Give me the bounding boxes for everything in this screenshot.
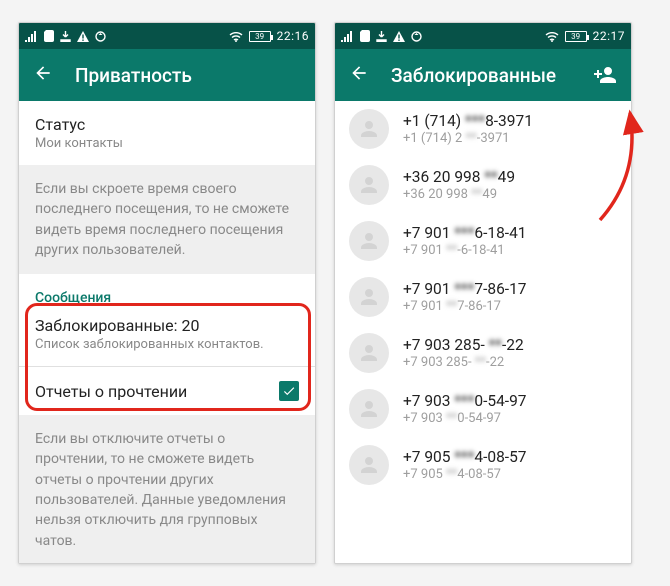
contact-row[interactable]: +1 (714) ***8-3971+1 (714) 2 **-3971	[335, 101, 631, 157]
download-icon	[376, 31, 387, 42]
page-title: Приватность	[75, 64, 301, 87]
contact-row[interactable]: +7 905 ***4-08-57+7 905 **4-08-57	[335, 437, 631, 493]
statusbar: 39 22:17	[335, 23, 631, 49]
appbar: Приватность	[19, 49, 315, 101]
wifi-icon	[229, 31, 243, 42]
signal-icon	[341, 31, 354, 42]
battery-icon: 39	[249, 31, 271, 42]
contact-row[interactable]: +7 901 ***6-18-41+7 901 **-6-18-41	[335, 213, 631, 269]
status-value: Мои контакты	[35, 136, 299, 151]
warning-icon	[77, 31, 89, 42]
contact-row[interactable]: +7 901 ***7-86-17+7 901 **7-86-17	[335, 269, 631, 325]
messages-section[interactable]: Сообщения Заблокированные: 20 Список заб…	[19, 274, 315, 366]
blocked-label: Заблокированные: 20	[35, 316, 299, 335]
sim-icon	[44, 30, 54, 42]
checkbox-checked[interactable]	[279, 381, 299, 401]
read-receipts-row[interactable]: Отчеты о прочтении	[19, 367, 315, 415]
contact-number: +7 903 ***0-54-97	[403, 392, 527, 410]
contacts-list[interactable]: +1 (714) ***8-3971+1 (714) 2 **-3971+36 …	[335, 101, 631, 563]
avatar	[349, 445, 389, 485]
avatar	[349, 109, 389, 149]
avatar	[349, 389, 389, 429]
info-read-receipts: Если вы отключите отчеты о прочтении, то…	[19, 415, 315, 563]
avatar	[349, 277, 389, 317]
contact-row[interactable]: +7 903 ***0-54-97+7 903 **0-54-97	[335, 381, 631, 437]
contact-number: +7 901 ***6-18-41	[403, 224, 527, 242]
back-icon[interactable]	[349, 63, 369, 87]
contact-number-sub: +7 901 **7-86-17	[403, 299, 527, 314]
sync-icon	[95, 31, 106, 42]
contact-row[interactable]: +7 903 285- **-22+7 903 285- **-22	[335, 325, 631, 381]
contact-number: +1 (714) ***8-3971	[403, 112, 533, 130]
back-icon[interactable]	[33, 63, 53, 87]
sim-icon	[360, 30, 370, 42]
contact-row[interactable]: +36 20 998 **49+36 20 998 **49	[335, 157, 631, 213]
sync-icon	[411, 31, 422, 42]
contact-number-sub: +7 903 **0-54-97	[403, 411, 527, 426]
messages-heading: Сообщения	[35, 290, 299, 306]
clock: 22:17	[593, 29, 625, 43]
avatar	[349, 221, 389, 261]
contact-number-sub: +7 901 **-6-18-41	[403, 243, 527, 258]
page-title: Заблокированные	[391, 64, 571, 87]
status-label: Статус	[35, 115, 299, 134]
appbar: Заблокированные	[335, 49, 631, 101]
content: Статус Мои контакты Если вы скроете врем…	[19, 101, 315, 563]
avatar	[349, 333, 389, 373]
download-icon	[60, 31, 71, 42]
signal-icon	[25, 31, 38, 42]
clock: 22:16	[277, 29, 309, 43]
avatar	[349, 165, 389, 205]
info-last-seen: Если вы скроете время своего последнего …	[19, 165, 315, 274]
contact-number: +36 20 998 **49	[403, 168, 515, 186]
battery-icon: 39	[565, 31, 587, 42]
contact-number-sub: +7 903 285- **-22	[403, 355, 524, 370]
contact-number-sub: +36 20 998 **49	[403, 187, 515, 202]
wifi-icon	[545, 31, 559, 42]
contact-number-sub: +7 905 **4-08-57	[403, 467, 527, 482]
statusbar: 39 22:16	[19, 23, 315, 49]
contact-number: +7 905 ***4-08-57	[403, 448, 527, 466]
read-receipts-label: Отчеты о прочтении	[35, 382, 187, 401]
status-row[interactable]: Статус Мои контакты	[19, 101, 315, 165]
add-person-icon[interactable]	[593, 63, 617, 87]
contact-number-sub: +1 (714) 2 **-3971	[403, 131, 533, 146]
contact-number: +7 901 ***7-86-17	[403, 280, 527, 298]
warning-icon	[393, 31, 405, 42]
blocked-sub: Список заблокированных контактов.	[35, 337, 299, 352]
phone-blocked: 39 22:17 Заблокированные +1 (714) ***8-3…	[334, 22, 632, 564]
phone-privacy: 39 22:16 Приватность Статус Мои контакты…	[18, 22, 316, 564]
contact-number: +7 903 285- **-22	[403, 336, 524, 354]
